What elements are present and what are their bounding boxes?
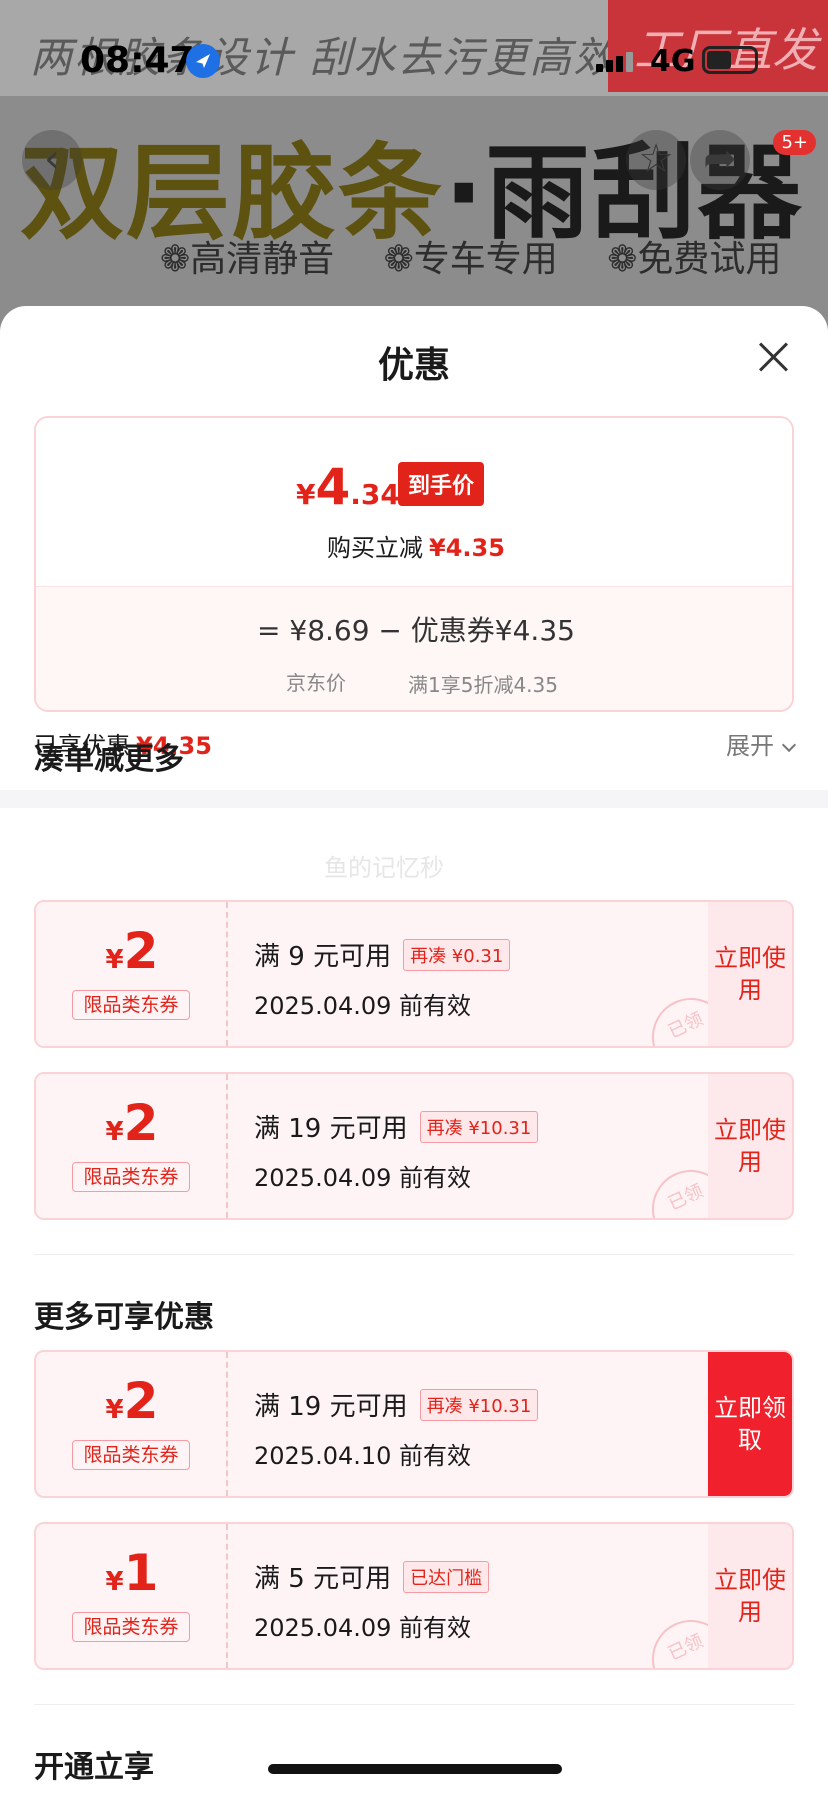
coupon-condition: 满 19 元可用 再凑 ¥10.31 [254, 1386, 539, 1424]
coupon-condition-text: 满 19 元可用 [254, 1114, 408, 1144]
coupon-value-area: ¥2 限品类东券 [36, 902, 228, 1046]
coupon-card: ¥2 限品类东券 满 19 元可用 再凑 ¥10.31 2025.04.10 前有… [34, 1350, 794, 1498]
coupon-amount-value: 2 [123, 922, 159, 980]
coupon-condition: 满 19 元可用 再凑 ¥10.31 [254, 1108, 539, 1146]
final-price-area: ¥4.34 到手价 购买立减 ¥4.35 [36, 418, 792, 586]
jd-price-label: 京东价 [286, 671, 346, 695]
coupon-validity: 2025.04.09 前有效 [254, 1614, 472, 1642]
coupon-rule-label: 满1享5折减4.35 [408, 673, 558, 697]
use-now-button[interactable]: 立即使用 [708, 1074, 792, 1218]
coupon-type: 限品类东券 [72, 1440, 190, 1470]
coupon-amount: ¥2 [36, 1372, 228, 1430]
expand-button[interactable]: 展开 [726, 726, 797, 761]
coupon-status-tag: 再凑 ¥0.31 [403, 939, 511, 971]
claim-now-button[interactable]: 立即领取 [708, 1352, 792, 1496]
coupon-condition: 满 9 元可用 再凑 ¥0.31 [254, 936, 511, 974]
coupon-status-tag: 再凑 ¥10.31 [419, 1389, 539, 1421]
status-time: 08:47 [80, 40, 195, 81]
sheet-title: 优惠 [377, 345, 450, 386]
price-integer: 4 [315, 458, 351, 516]
back-button[interactable]: ‹ [22, 130, 82, 190]
section-divider [34, 1704, 794, 1705]
instant-discount: 购买立减 ¥4.35 [36, 528, 792, 563]
use-now-button[interactable]: 立即使用 [708, 1524, 792, 1668]
battery-icon [702, 46, 758, 74]
feature-item: ❁高清静音 [160, 239, 335, 280]
home-indicator[interactable] [268, 1764, 562, 1774]
coupon-type: 限品类东券 [72, 990, 190, 1020]
section-divider [34, 1254, 794, 1255]
discount-sheet: 优惠 ¥4.34 到手价 购买立减 ¥4.35 = ¥8.69 − 优惠券¥4.3… [0, 306, 828, 1796]
use-now-button[interactable]: 立即使用 [708, 902, 792, 1046]
coupon-condition-text: 满 19 元可用 [254, 1392, 408, 1422]
instant-discount-value: ¥4.35 [429, 534, 505, 562]
final-price-tag: 到手价 [398, 462, 485, 506]
price-breakdown-card: ¥4.34 到手价 购买立减 ¥4.35 = ¥8.69 − 优惠券¥4.35 京… [34, 416, 794, 712]
instant-discount-label: 购买立减 [327, 534, 424, 562]
coupon-type: 限品类东券 [72, 1612, 190, 1642]
coupon-value-area: ¥2 限品类东券 [36, 1074, 228, 1218]
coupon-status-tag: 再凑 ¥10.31 [419, 1111, 539, 1143]
coupon-card: ¥1 限品类东券 满 5 元可用 已达门槛 2025.04.09 前有效 已领 立… [34, 1522, 794, 1670]
share-button[interactable]: ➦ [690, 130, 750, 190]
favorite-button[interactable]: ☆ [626, 130, 686, 190]
coupon-value-area: ¥1 限品类东券 [36, 1524, 228, 1668]
coupon-amount: ¥2 [36, 922, 228, 980]
coupon-amount-value: 2 [123, 1372, 159, 1430]
location-icon [186, 44, 220, 78]
price-decimal: .34 [350, 478, 400, 511]
coupon-condition-text: 满 5 元可用 [254, 1564, 392, 1594]
coupon-type: 限品类东券 [72, 1162, 190, 1192]
coupon-currency: ¥ [105, 945, 124, 975]
coupon-currency: ¥ [105, 1117, 124, 1147]
coupon-card: ¥2 限品类东券 满 9 元可用 再凑 ¥0.31 2025.04.09 前有效 … [34, 900, 794, 1048]
signal-icon [596, 52, 636, 72]
chevron-left-icon: ‹ [44, 136, 60, 182]
watermark: 鱼的记忆秒 [324, 854, 444, 882]
product-features: ❁高清静音 ❁专车专用 ❁免费试用 [160, 230, 819, 282]
feature-item: ❁专车专用 [383, 239, 558, 280]
feature-item: ❁免费试用 [607, 239, 782, 280]
price-formula: = ¥8.69 − 优惠券¥4.35 [257, 614, 575, 647]
coupon-condition-text: 满 9 元可用 [254, 942, 392, 972]
coupon-validity: 2025.04.09 前有效 [254, 1164, 472, 1192]
share-icon: ➦ [703, 136, 737, 182]
price-currency: ¥ [296, 478, 316, 511]
status-bar: 08:47 4G [0, 0, 828, 100]
coupon-card: ¥2 限品类东券 满 19 元可用 再凑 ¥10.31 2025.04.09 前有… [34, 1072, 794, 1220]
coupon-currency: ¥ [105, 1567, 124, 1597]
close-icon[interactable] [756, 340, 790, 374]
price-formula-area: = ¥8.69 − 优惠券¥4.35 京东价 满1享5折减4.35 [36, 586, 792, 710]
final-price: ¥4.34 [296, 458, 400, 516]
coupon-amount: ¥1 [36, 1544, 228, 1602]
chevron-down-icon [781, 737, 797, 753]
coupon-currency: ¥ [105, 1395, 124, 1425]
expand-label: 展开 [726, 732, 774, 760]
coupon-value-area: ¥2 限品类东券 [36, 1352, 228, 1496]
section-title-more-offers: 更多可享优惠 [34, 1300, 214, 1335]
coupon-validity: 2025.04.09 前有效 [254, 992, 472, 1020]
network-type: 4G [650, 44, 696, 79]
coupon-condition: 满 5 元可用 已达门槛 [254, 1558, 490, 1596]
coupon-amount: ¥2 [36, 1094, 228, 1152]
coupon-amount-value: 2 [123, 1094, 159, 1152]
coupon-status-tag: 已达门槛 [403, 1561, 490, 1593]
cart-badge: 5+ [773, 130, 816, 155]
section-title-membership: 开通立享 [34, 1750, 154, 1785]
star-icon: ☆ [638, 136, 674, 182]
coupon-amount-value: 1 [123, 1544, 159, 1602]
coupon-validity: 2025.04.10 前有效 [254, 1442, 472, 1470]
section-divider [0, 790, 828, 808]
section-title-combine: 凑单减更多 [34, 742, 184, 777]
